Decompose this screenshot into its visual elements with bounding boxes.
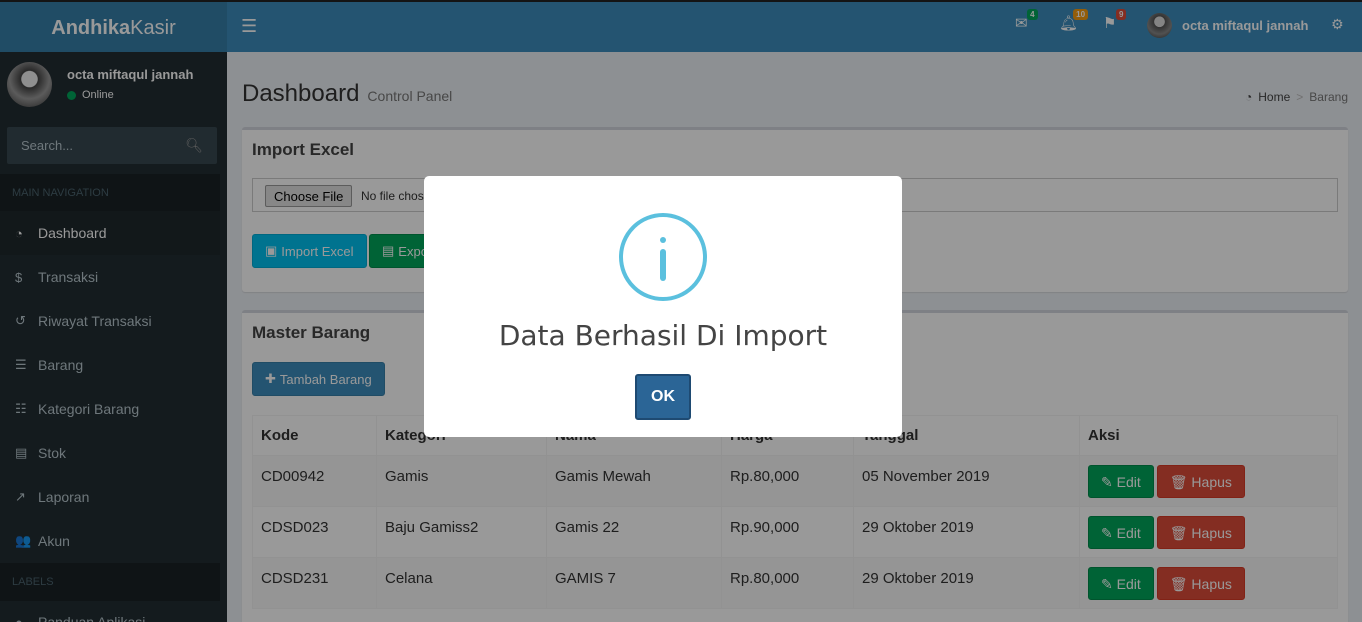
ok-button[interactable]: OK xyxy=(635,374,691,420)
dialog-message: Data Berhasil Di Import xyxy=(498,319,828,352)
success-dialog: Data Berhasil Di Import OK xyxy=(424,176,902,437)
info-icon xyxy=(619,213,707,301)
